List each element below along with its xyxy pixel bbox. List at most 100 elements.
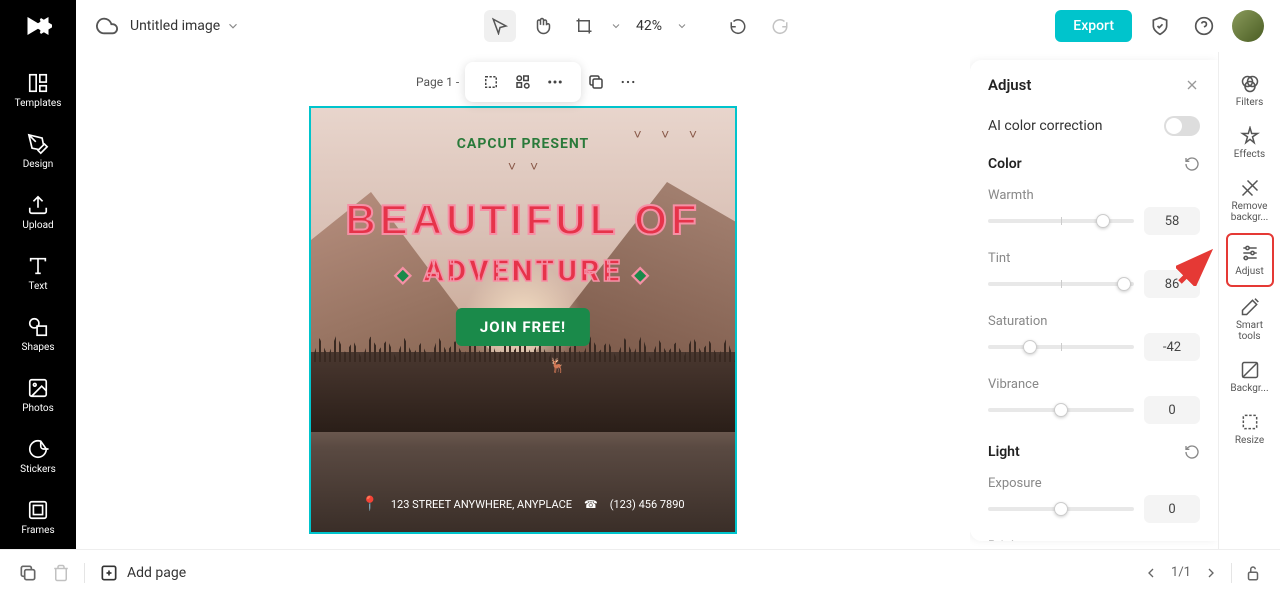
poster-address: 123 STREET ANYWHERE, ANYPLACE <box>391 498 572 511</box>
exposure-value[interactable]: 0 <box>1144 495 1200 523</box>
help-icon[interactable] <box>1188 10 1220 42</box>
delete-icon[interactable] <box>52 564 70 582</box>
topbar: Untitled image 42% Export <box>0 0 1280 52</box>
poster-subtitle: ◆ADVENTURE◆ <box>311 254 735 289</box>
poster-present-text: CAPCUT PRESENT <box>311 136 735 152</box>
warmth-label: Warmth <box>988 188 1200 203</box>
sidebar-item-label: Shapes <box>22 342 55 353</box>
deer-icon: 🦌 <box>548 358 565 374</box>
add-page-label: Add page <box>127 565 186 581</box>
duplicate-page-icon[interactable] <box>584 70 608 94</box>
canvas[interactable]: ˅ ˅ ˅ ˅ ˅ 🦌 CAPCUT PRESENT BEAUTIFUL OF … <box>309 106 737 534</box>
reset-color-icon[interactable] <box>1184 156 1200 172</box>
chevron-down-icon <box>610 20 622 32</box>
sidebar-item-label: Resize <box>1235 435 1264 446</box>
group-icon[interactable] <box>511 70 535 94</box>
exposure-slider[interactable] <box>988 507 1134 511</box>
sidebar-item-upload[interactable]: Upload <box>8 186 68 239</box>
document-title-dropdown[interactable]: Untitled image <box>130 18 240 34</box>
next-page-button[interactable] <box>1203 565 1219 581</box>
sidebar-item-stickers[interactable]: Stickers <box>8 430 68 483</box>
lock-icon[interactable] <box>1244 564 1262 582</box>
poster-title: BEAUTIFUL OF <box>311 196 735 244</box>
hand-tool[interactable] <box>526 10 558 42</box>
sidebar-item-frames[interactable]: Frames <box>8 491 68 544</box>
bottom-bar: Add page 1/1 <box>0 549 1280 595</box>
saturation-label: Saturation <box>988 314 1200 329</box>
pin-icon: 📍 <box>361 496 378 512</box>
poster-content: ˅ ˅ ˅ ˅ ˅ 🦌 CAPCUT PRESENT BEAUTIFUL OF … <box>311 108 735 532</box>
sidebar-item-label: Design <box>23 159 54 170</box>
bird-decorations: ˅ ˅ <box>508 158 538 175</box>
warmth-slider[interactable] <box>988 219 1134 223</box>
user-avatar[interactable] <box>1232 10 1264 42</box>
tint-value[interactable]: 86 <box>1144 270 1200 298</box>
sidebar-item-resize[interactable]: Resize <box>1226 404 1274 454</box>
saturation-value[interactable]: -42 <box>1144 333 1200 361</box>
saturation-slider[interactable] <box>988 345 1134 349</box>
sidebar-item-filters[interactable]: Filters <box>1226 66 1274 116</box>
sidebar-item-label: Smart tools <box>1226 320 1274 342</box>
sidebar-item-shapes[interactable]: Shapes <box>8 308 68 361</box>
sidebar-item-label: Filters <box>1236 97 1264 108</box>
tint-slider[interactable] <box>988 282 1134 286</box>
select-tool[interactable] <box>484 10 516 42</box>
sidebar-item-background[interactable]: Backgr... <box>1226 352 1274 402</box>
page-counter: 1/1 <box>1171 565 1191 580</box>
sidebar-item-remove-bg[interactable]: Remove backgr... <box>1226 170 1274 231</box>
redo-button[interactable] <box>764 10 796 42</box>
right-sidebar: Filters Effects Remove backgr... Adjust … <box>1218 52 1280 549</box>
warmth-value[interactable]: 58 <box>1144 207 1200 235</box>
ai-color-correction-label: AI color correction <box>988 118 1102 134</box>
treeline-shape <box>311 352 735 432</box>
vibrance-label: Vibrance <box>988 377 1200 392</box>
brightness-label: Brightness <box>988 539 1200 541</box>
poster-phone: (123) 456 7890 <box>610 498 685 511</box>
vibrance-slider[interactable] <box>988 408 1134 412</box>
tint-label: Tint <box>988 251 1200 266</box>
main-area: Templates Design Upload Text Shapes Phot… <box>0 52 1280 549</box>
sidebar-item-effects[interactable]: Effects <box>1226 118 1274 168</box>
poster-join-button: JOIN FREE! <box>456 308 590 346</box>
chevron-down-icon <box>226 19 240 33</box>
page-number-label: Page 1 - <box>416 75 459 89</box>
sidebar-item-templates[interactable]: Templates <box>8 64 68 117</box>
prev-page-button[interactable] <box>1143 565 1159 581</box>
shield-icon[interactable] <box>1144 10 1176 42</box>
close-icon[interactable] <box>1184 77 1200 93</box>
export-button[interactable]: Export <box>1055 10 1132 42</box>
cloud-sync-icon[interactable] <box>96 15 118 37</box>
phone-icon: ☎ <box>584 498 598 511</box>
sidebar-item-adjust[interactable]: Adjust <box>1226 233 1274 287</box>
panel-title: Adjust <box>988 76 1031 94</box>
selection-toolbar <box>465 62 581 102</box>
more-icon[interactable] <box>543 70 567 94</box>
zoom-level[interactable]: 42% <box>636 18 662 34</box>
pages-icon[interactable] <box>18 563 38 583</box>
sidebar-item-label: Templates <box>15 98 62 109</box>
chevron-down-icon <box>676 20 688 32</box>
sidebar-item-label: Photos <box>22 403 54 414</box>
light-section-title: Light <box>988 444 1020 460</box>
ai-color-correction-toggle[interactable] <box>1164 116 1200 136</box>
canvas-toolbar: 42% <box>484 10 796 42</box>
app-logo[interactable] <box>0 0 76 52</box>
sidebar-item-label: Frames <box>21 525 54 536</box>
sidebar-item-text[interactable]: Text <box>8 247 68 300</box>
sidebar-item-smart-tools[interactable]: Smart tools <box>1226 289 1274 350</box>
sidebar-item-design[interactable]: Design <box>8 125 68 178</box>
left-sidebar: Templates Design Upload Text Shapes Phot… <box>0 52 76 549</box>
sidebar-item-photos[interactable]: Photos <box>8 369 68 422</box>
sidebar-item-label: Effects <box>1234 149 1265 160</box>
page-more-icon[interactable] <box>616 70 640 94</box>
reset-light-icon[interactable] <box>1184 444 1200 460</box>
vibrance-value[interactable]: 0 <box>1144 396 1200 424</box>
crop-icon[interactable] <box>479 70 503 94</box>
sidebar-item-label: Backgr... <box>1230 383 1268 394</box>
add-page-button[interactable]: Add page <box>99 563 186 583</box>
undo-button[interactable] <box>722 10 754 42</box>
sidebar-item-label: Remove backgr... <box>1226 201 1274 223</box>
canvas-area: Page 1 - ˅ ˅ ˅ ˅ ˅ <box>76 52 970 549</box>
sidebar-item-label: Stickers <box>20 464 56 475</box>
crop-tool[interactable] <box>568 10 600 42</box>
